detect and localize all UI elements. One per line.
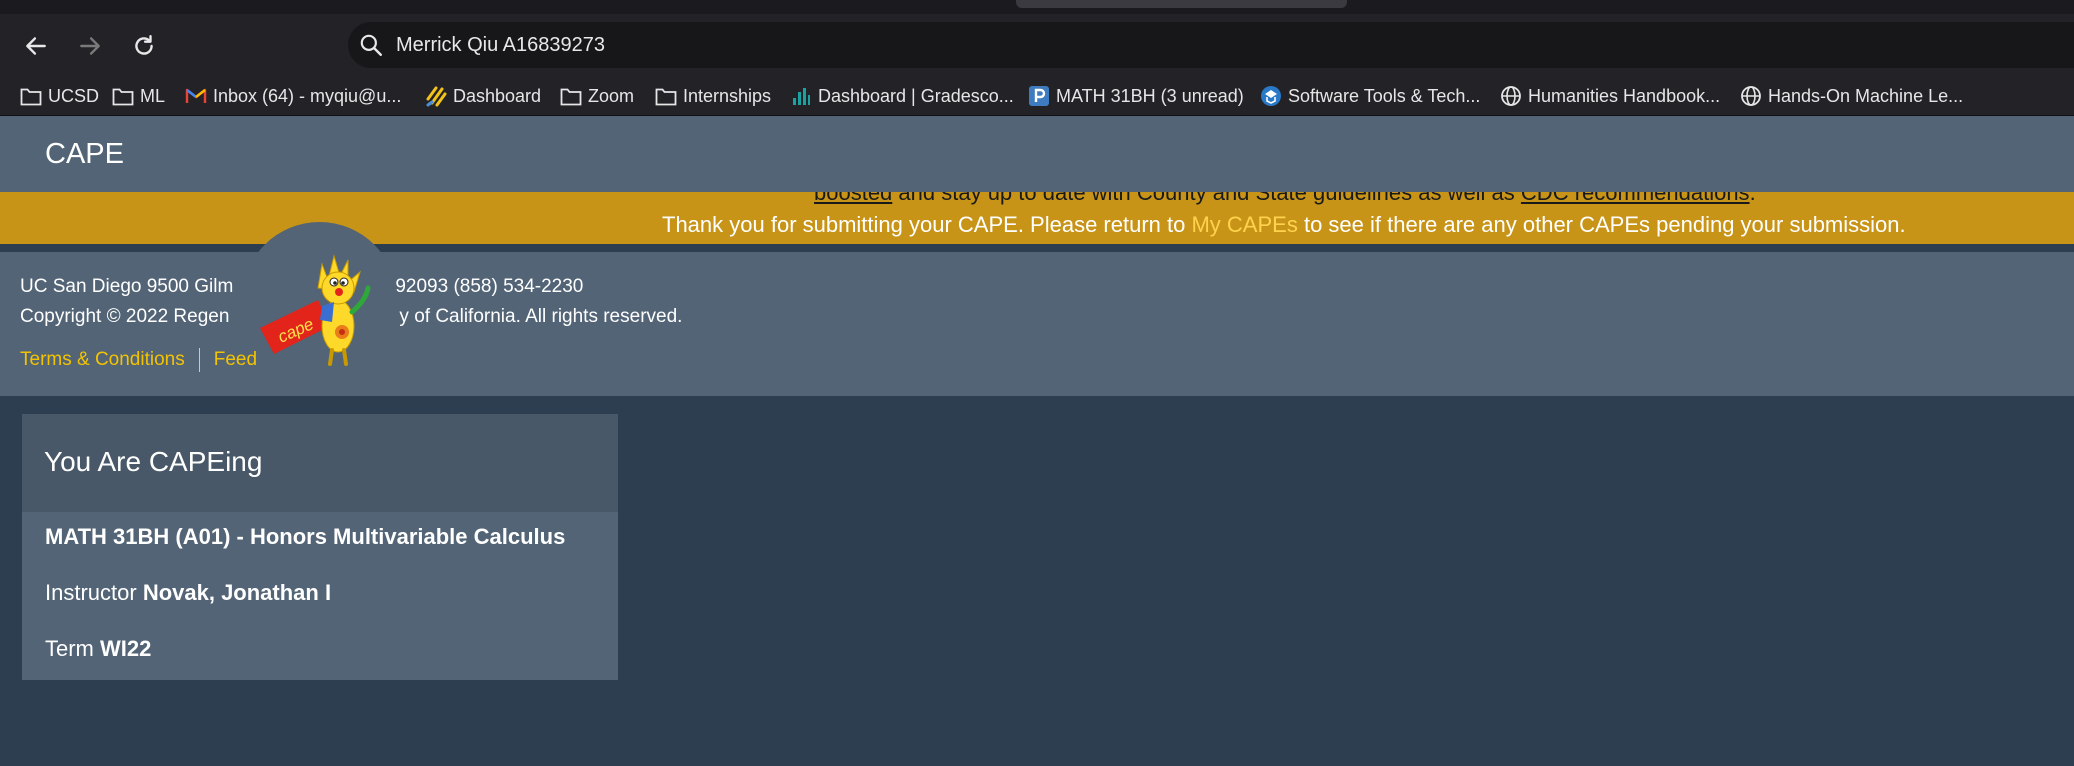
course-row: MATH 31BH (A01) - Honors Multivariable C… [45, 524, 565, 550]
card-header: You Are CAPEing [22, 414, 618, 512]
cape-mascot: cape [242, 222, 397, 377]
browser-toolbar: Merrick Qiu A16839273 [0, 14, 2074, 76]
folder-icon [655, 85, 677, 107]
bookmark-software-tools[interactable]: Software Tools & Tech... [1260, 84, 1480, 108]
link-divider [198, 348, 200, 372]
tab-strip [0, 0, 2074, 14]
address-text: Merrick Qiu A16839273 [396, 34, 606, 56]
terms-link[interactable]: Terms & Conditions [20, 349, 185, 371]
site-brand[interactable]: CAPE [45, 138, 124, 171]
canvas-icon [425, 85, 447, 107]
reload-button[interactable] [126, 28, 162, 64]
folder-icon [20, 85, 42, 107]
bookmark-humanities[interactable]: Humanities Handbook... [1500, 84, 1720, 108]
boosted-link[interactable]: boosted [814, 192, 892, 205]
capeing-card: You Are CAPEing MATH 31BH (A01) - Honors… [22, 414, 618, 680]
back-button[interactable] [18, 28, 54, 64]
address-bar[interactable]: Merrick Qiu A16839273 [348, 22, 2074, 68]
instructor-row: Instructor Novak, Jonathan I [45, 580, 332, 605]
bookmark-zoom[interactable]: Zoom [560, 84, 634, 108]
active-tab[interactable] [1016, 0, 1347, 8]
bookmark-piazza[interactable]: MATH 31BH (3 unread) [1028, 84, 1244, 108]
reload-icon [135, 35, 153, 55]
cape-page: CAPE boosted and stay up to date with Co… [0, 116, 2074, 766]
bookmarks-bar: UCSD ML Inbox (64) - myqiu@u... Dashboar… [0, 76, 2074, 116]
notice-partial-line: boosted and stay up to date with County … [814, 192, 1756, 206]
gradescope-icon [790, 85, 812, 107]
cdc-link[interactable]: CDC recommendations [1521, 192, 1750, 205]
course-name: MATH 31BH (A01) - Honors Multivariable C… [45, 524, 566, 549]
footer-links: Terms & Conditions Feed [20, 348, 257, 372]
bookmark-internships[interactable]: Internships [655, 84, 771, 108]
mascot-icon: cape [260, 254, 371, 366]
piazza-icon [1028, 85, 1050, 107]
bookmark-ml[interactable]: ML [112, 84, 165, 108]
folder-icon [112, 85, 134, 107]
bookmark-gmail[interactable]: Inbox (64) - myqiu@u... [185, 84, 401, 108]
card-title: You Are CAPEing [44, 446, 263, 477]
site-icon [1260, 85, 1282, 107]
arrow-left-icon [26, 37, 46, 55]
forward-button[interactable] [72, 28, 108, 64]
bookmark-hands-on-ml[interactable]: Hands-On Machine Le... [1740, 84, 1963, 108]
term-value: WI22 [100, 636, 152, 661]
bookmark-canvas-dashboard[interactable]: Dashboard [425, 84, 541, 108]
arrow-right-icon [80, 37, 100, 55]
bookmark-ucsd[interactable]: UCSD [20, 84, 99, 108]
term-row: Term WI22 [45, 636, 152, 661]
bookmark-gradescope[interactable]: Dashboard | Gradesco... [790, 84, 1014, 108]
globe-icon [1500, 85, 1522, 107]
gmail-icon [185, 85, 207, 107]
my-capes-link[interactable]: My CAPEs [1191, 212, 1297, 237]
submission-thanks: Thank you for submitting your CAPE. Plea… [662, 212, 1906, 237]
search-icon [360, 34, 382, 56]
globe-icon [1740, 85, 1762, 107]
site-header: CAPE [0, 116, 2074, 192]
instructor-name: Novak, Jonathan I [142, 580, 332, 605]
folder-icon [560, 85, 582, 107]
